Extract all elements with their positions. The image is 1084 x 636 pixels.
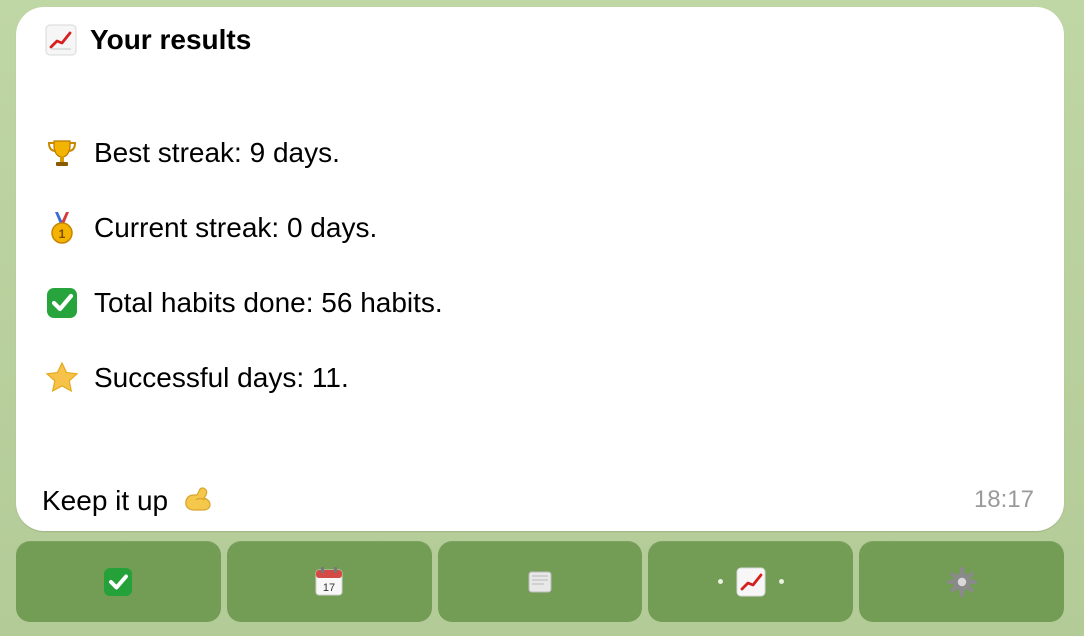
best-streak-text: Best streak: 9 days. — [94, 137, 340, 168]
keyboard-button-habits[interactable] — [16, 541, 221, 622]
scroll-icon — [522, 564, 558, 600]
gear-icon — [944, 564, 980, 600]
total-habits-line: Total habits done: 56 habits. — [44, 285, 443, 321]
best-streak-line: Best streak: 9 days. — [44, 135, 340, 171]
check-mark-button-icon — [44, 285, 80, 321]
star-icon — [44, 360, 80, 396]
chart-increasing-icon — [44, 23, 78, 57]
keyboard-button-settings[interactable] — [859, 541, 1064, 622]
encouragement-line: Keep it up — [42, 479, 216, 522]
total-habits-text: Total habits done: 56 habits. — [94, 287, 443, 318]
active-results-indicator — [717, 564, 784, 600]
title-text: Your results — [90, 24, 252, 55]
keyboard-button-results[interactable] — [648, 541, 854, 622]
message-bubble: Your results Best streak: 9 days. 1 Curr… — [16, 7, 1064, 531]
chart-increasing-icon — [733, 564, 769, 600]
svg-text:17: 17 — [323, 582, 335, 594]
message-time: 18:17 — [973, 486, 1034, 513]
check-mark-button-icon — [100, 564, 136, 600]
message-title: Your results — [44, 23, 251, 57]
svg-text:1: 1 — [59, 227, 66, 241]
successful-days-line: Successful days: 11. — [44, 360, 349, 396]
first-place-medal-icon: 1 — [44, 210, 80, 246]
keyboard-button-notes[interactable] — [437, 541, 643, 622]
current-streak-line: 1 Current streak: 0 days. — [44, 210, 377, 246]
flexed-biceps-icon — [180, 479, 216, 522]
calendar-icon: 17 — [311, 564, 347, 600]
keyboard-button-calendar[interactable]: 17 — [226, 541, 432, 622]
current-streak-text: Current streak: 0 days. — [94, 212, 378, 243]
active-dot-right — [778, 579, 784, 584]
successful-days-text: Successful days: 11. — [94, 362, 349, 393]
trophy-icon — [44, 135, 80, 171]
active-dot-left — [717, 579, 723, 584]
encouragement-text: Keep it up — [42, 484, 169, 516]
reply-keyboard: 17 — [16, 541, 1064, 622]
